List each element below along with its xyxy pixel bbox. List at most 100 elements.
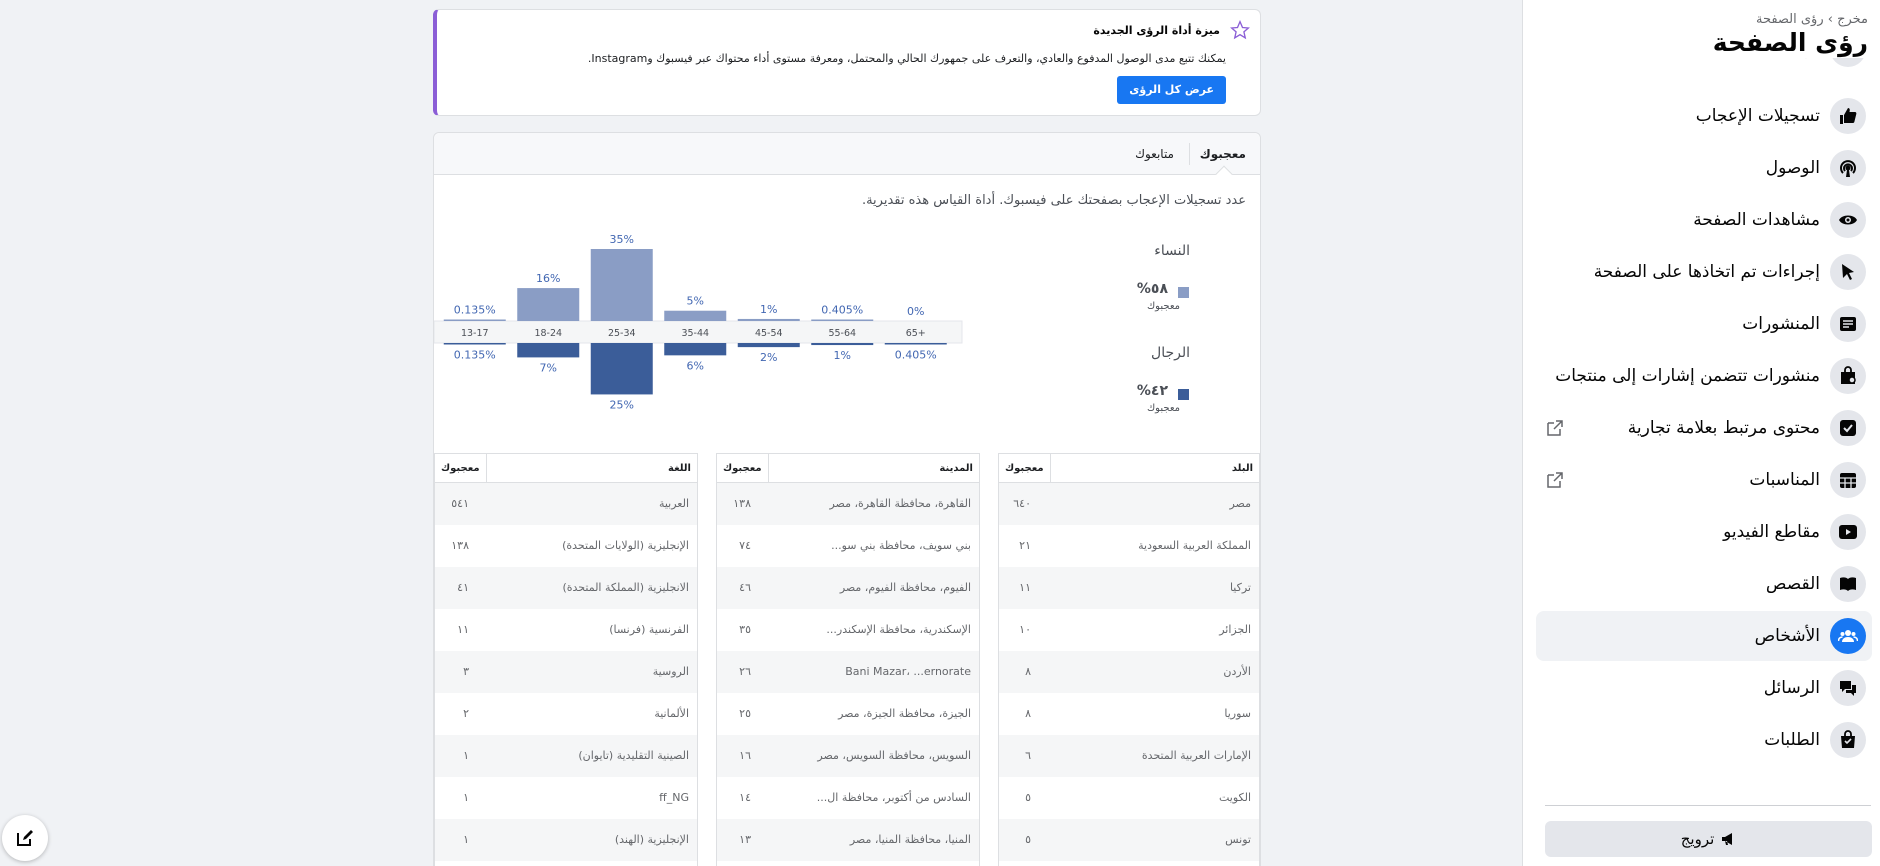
men-value-label: 0.405% <box>895 349 937 362</box>
women-label: النساء <box>1154 243 1190 259</box>
row-label: السويس، محافظة السويس، مصر <box>817 749 971 762</box>
sidebar-item-cursor[interactable]: إجراءات تم اتخاذها على الصفحة <box>1536 247 1872 297</box>
row-value: ٤٦ <box>739 581 751 594</box>
row-value: ١١ <box>1019 581 1031 594</box>
column-header[interactable]: معجبوك <box>435 454 486 483</box>
row-label: الأردن <box>1223 665 1251 678</box>
table-row: العربية ٥٤١ <box>435 483 697 525</box>
row-label: بني سويف، محافظة بني سو... <box>831 539 971 552</box>
age-tick-label: 25-34 <box>608 328 636 339</box>
language-table: اللغة معجبوك العربية ٥٤١ الإنجليزية (الولايا… <box>434 453 698 866</box>
sidebar-item-shopping-bag[interactable]: منشورات تتضمن إشارات إلى منتجات <box>1536 351 1872 401</box>
table-row: المنيا، محافظة المنيا، مصر ١٣ <box>717 819 979 861</box>
row-value: ١ <box>463 791 469 804</box>
row-value: ١ <box>463 833 469 846</box>
table-row: الإسكندرية، محافظة الإسكندر... ٣٥ <box>717 609 979 651</box>
breadcrumb[interactable]: مخرج › رؤى الصفحة <box>1756 12 1868 27</box>
row-label: الفيوم، محافظة الفيوم، مصر <box>839 581 971 594</box>
sidebar-item-reach[interactable]: الوصول <box>1536 143 1872 193</box>
messages-icon <box>1830 670 1866 706</box>
table-row: الانجليزية (المملكة المتحدة) ٤١ <box>435 567 697 609</box>
row-value: ١ <box>463 749 469 762</box>
sidebar-item-messages[interactable]: الرسائل <box>1536 663 1872 713</box>
women-sublabel: معجبوك <box>1146 301 1180 312</box>
tab-your-followers[interactable]: متابعوك <box>1135 133 1174 175</box>
sidebar-item-stories[interactable]: القصص <box>1536 559 1872 609</box>
external-link-icon <box>1547 420 1563 436</box>
stories-icon <box>1830 566 1866 602</box>
age-tick-label: 35-44 <box>681 328 709 339</box>
row-value: ٢ <box>463 707 469 720</box>
men-bar <box>443 343 506 345</box>
video-icon <box>1830 514 1866 550</box>
table-row: الروسية ٣ <box>435 651 697 693</box>
table-row: Bani Mazar، ...ernorate ٢٦ <box>717 651 979 693</box>
row-value: ٦٤٠ <box>1013 497 1031 510</box>
men-value-label: 2% <box>760 351 777 364</box>
sidebar: الإعلانات مخرج › رؤى الصفحة رؤى الصفحة ت… <box>1522 0 1880 866</box>
calendar-icon <box>1830 462 1866 498</box>
sidebar-item-video[interactable]: مقاطع الفيديو <box>1536 507 1872 557</box>
table-row: بني سويف، محافظة بني سو... ٧٤ <box>717 525 979 567</box>
sidebar-item-eye[interactable]: مشاهدات الصفحة <box>1536 195 1872 245</box>
women-value-label: 0.135% <box>454 304 496 317</box>
row-value: ٢١ <box>1019 539 1031 552</box>
reach-icon <box>1830 150 1866 186</box>
row-label: الجزائر <box>1219 623 1251 636</box>
sidebar-item-posts[interactable]: المنشورات <box>1536 299 1872 349</box>
star-icon[interactable] <box>1230 20 1250 40</box>
column-header[interactable]: البلد <box>1049 454 1259 483</box>
row-label: تركيا <box>1229 581 1251 594</box>
row-value: ٦ <box>1025 749 1031 762</box>
sidebar-item-branded-content[interactable]: محتوى مرتبط بعلامة تجارية <box>1536 403 1872 453</box>
column-header[interactable]: معجبوك <box>999 454 1050 483</box>
row-value: ١٣ <box>739 833 751 846</box>
column-header[interactable]: معجبوك <box>717 454 768 483</box>
women-value-label: 35% <box>610 233 634 246</box>
row-label: السادس من أكتوبر، محافظة ال... <box>816 791 971 804</box>
table-row: الفيوم، محافظة الفيوم، مصر ٤٦ <box>717 567 979 609</box>
row-label: الروسية <box>652 665 689 678</box>
row-value: ٤١ <box>457 581 469 594</box>
country-table: البلد معجبوك مصر ٦٤٠ المملكة العربية السعودي… <box>998 453 1260 866</box>
row-label: سوريا <box>1224 707 1251 720</box>
table-row: تركيا ١١ <box>999 567 1259 609</box>
table-row: تونس ٥ <box>999 819 1259 861</box>
orders-icon <box>1830 722 1866 758</box>
row-label: الألمانية <box>654 707 689 720</box>
view-all-insights-button[interactable]: عرض كل الرؤى <box>1117 76 1226 104</box>
women-bar <box>811 319 874 321</box>
table-row: الفرنسية (فرنسا) ١١ <box>435 609 697 651</box>
column-header[interactable]: المدينة <box>767 454 979 483</box>
row-value: ١٣٨ <box>451 539 469 552</box>
sidebar-item-orders[interactable]: الطلبات <box>1536 715 1872 765</box>
table-row: الجزائر ١٠ <box>999 609 1259 651</box>
table-header: المدينة معجبوك <box>717 454 979 483</box>
posts-icon <box>1830 306 1866 342</box>
sidebar-item-label: تسجيلات الإعجاب <box>1695 106 1820 126</box>
row-value: ١٠ <box>1019 623 1031 636</box>
promote-button[interactable]: ترويج <box>1545 821 1872 857</box>
men-value-label: 1% <box>834 349 851 362</box>
sidebar-item-label: مشاهدات الصفحة <box>1693 210 1820 230</box>
page-title: رؤى الصفحة <box>1712 28 1868 57</box>
men-bar <box>517 343 580 358</box>
compose-button[interactable] <box>2 815 48 861</box>
women-value-label: 5% <box>687 295 704 308</box>
sidebar-item-people[interactable]: الأشخاص <box>1536 611 1872 661</box>
sidebar-item-label: الطلبات <box>1764 730 1820 750</box>
row-label: القاهرة، محافظة القاهرة، مصر <box>829 497 971 510</box>
branded-content-icon <box>1830 410 1866 446</box>
table-header: البلد معجبوك <box>999 454 1259 483</box>
row-value: ١٣٨ <box>733 497 751 510</box>
sidebar-item-thumbs-up[interactable]: تسجيلات الإعجاب <box>1536 91 1872 141</box>
sidebar-item-calendar[interactable]: المناسبات <box>1536 455 1872 505</box>
row-label: المنيا، محافظة المنيا، مصر <box>849 833 971 846</box>
cursor-icon <box>1830 254 1866 290</box>
sidebar-item-label: المنشورات <box>1742 314 1820 334</box>
table-row: الألمانية ٢ <box>435 693 697 735</box>
tab-separator <box>1189 143 1190 165</box>
column-header[interactable]: اللغة <box>485 454 697 483</box>
women-swatch <box>1178 287 1189 298</box>
external-link-icon <box>1547 472 1563 488</box>
